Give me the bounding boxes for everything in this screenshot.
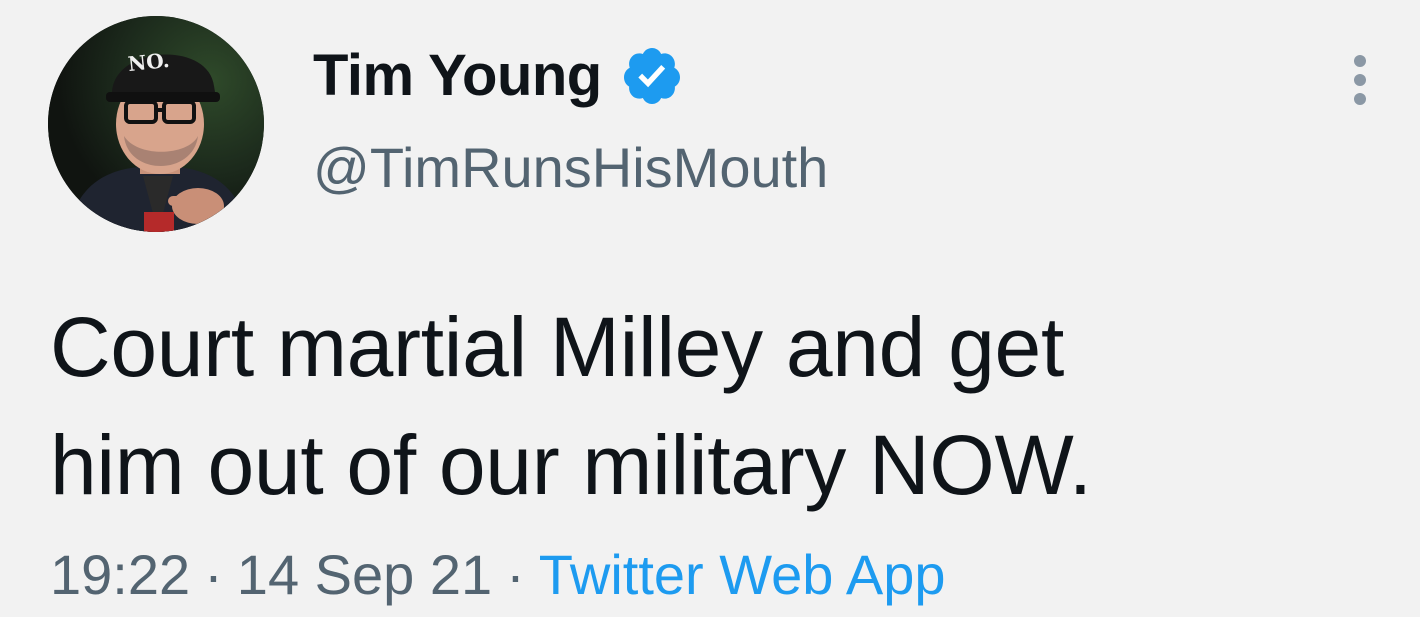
more-dot — [1354, 93, 1366, 105]
display-name[interactable]: Tim Young — [313, 47, 602, 105]
avatar-image: NO. — [48, 16, 264, 232]
hat-text: NO. — [127, 48, 171, 76]
more-dot — [1354, 74, 1366, 86]
separator: · — [506, 543, 525, 606]
author-name-row[interactable]: Tim Young — [313, 40, 684, 112]
tweet-metadata: 19:22 · 14 Sep 21 · Twitter Web App — [50, 540, 946, 610]
separator: · — [204, 543, 223, 606]
more-options-icon[interactable] — [1338, 48, 1382, 112]
tweet-text-line: Court martial Milley and get — [50, 300, 1064, 394]
tweet-text: Court martial Milley and get him out of … — [50, 288, 1370, 524]
tweet-text-line: him out of our military NOW. — [50, 418, 1092, 512]
tweet-date[interactable]: 14 Sep 21 — [237, 543, 492, 606]
tweet-source-link[interactable]: Twitter Web App — [539, 543, 946, 606]
avatar[interactable]: NO. — [48, 16, 264, 232]
tweet-card: NO. Tim Young @TimRunsHisMouth Court mar… — [0, 0, 1420, 617]
verified-badge-icon — [623, 48, 680, 104]
author-handle[interactable]: @TimRunsHisMouth — [313, 140, 828, 196]
more-dot — [1354, 55, 1366, 67]
tweet-time[interactable]: 19:22 — [50, 543, 190, 606]
